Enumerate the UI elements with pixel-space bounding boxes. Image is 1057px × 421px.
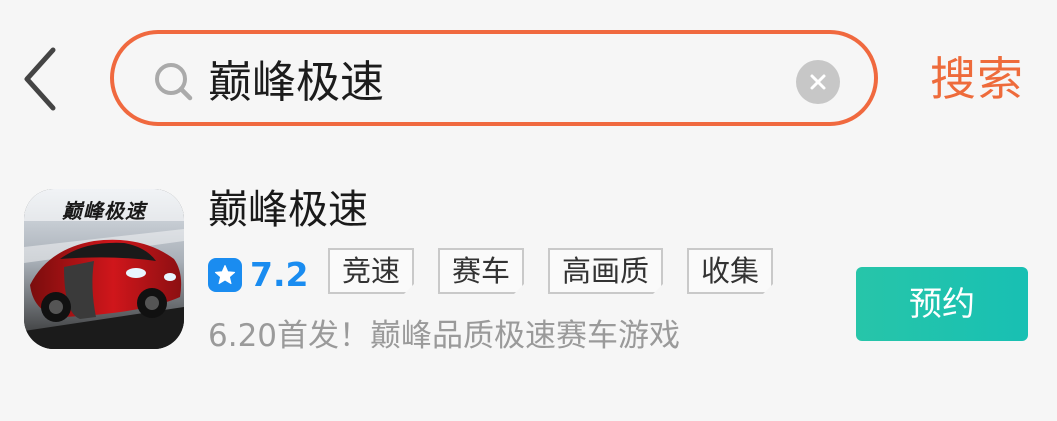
reserve-button[interactable]: 预约 — [856, 267, 1028, 341]
search-icon — [155, 63, 193, 101]
tag[interactable]: 高画质 — [548, 248, 664, 294]
chevron-left-icon — [24, 47, 56, 111]
tag[interactable]: 竞速 — [328, 248, 415, 294]
rating-value: 7.2 — [250, 255, 309, 294]
tag[interactable]: 收集 — [687, 248, 774, 294]
rating: 7.2 — [208, 256, 308, 294]
star-icon — [214, 265, 236, 285]
app-icon-title: 巅峰极速 — [62, 199, 146, 223]
tag-list: 竞速 赛车 高画质 收集 — [328, 248, 797, 298]
clear-icon — [810, 74, 826, 90]
back-button[interactable] — [14, 40, 64, 118]
search-result-item[interactable]: 巅峰极速 巅峰极速 7.2 竞速 赛车 高画质 收集 6.20首发！巅峰品质极速… — [0, 170, 1057, 370]
search-input[interactable] — [208, 44, 768, 112]
app-name[interactable]: 巅峰极速 — [208, 182, 368, 238]
rating-badge — [208, 258, 242, 292]
search-button[interactable]: 搜索 — [930, 48, 1024, 110]
clear-search-button[interactable] — [796, 60, 840, 104]
search-box[interactable] — [110, 30, 878, 126]
app-description: 6.20首发！巅峰品质极速赛车游戏 — [208, 318, 681, 354]
app-icon[interactable]: 巅峰极速 — [24, 189, 184, 349]
tag[interactable]: 赛车 — [438, 248, 525, 294]
